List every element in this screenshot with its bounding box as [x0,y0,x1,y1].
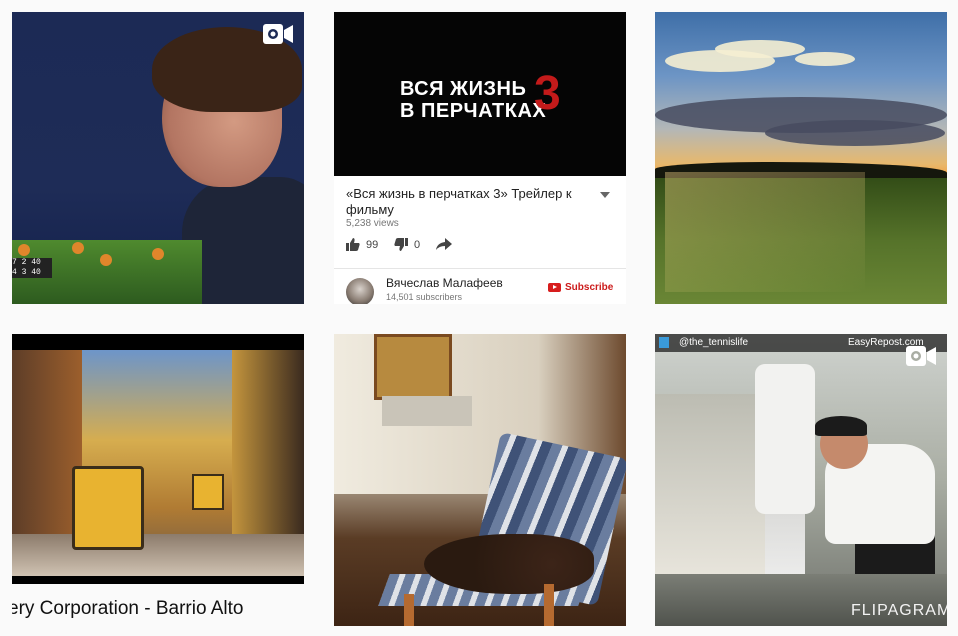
post-thumbnail-youtube-video[interactable]: ВСЯ ЖИЗНЬ В ПЕРЧАТКАХ 3 «Вся жизнь в пер… [334,12,626,304]
post-thumbnail-dog-on-chair[interactable] [334,334,626,626]
dislike-button[interactable]: 0 [394,238,420,251]
wooden-chair [364,424,626,626]
youtube-logo-icon [548,283,561,292]
download-icon [659,337,669,348]
letterbox-bar [12,334,304,350]
thumbs-up-icon [346,238,360,251]
building-right [232,350,304,560]
player-standing [755,364,815,514]
repost-bar: @the_tennislife EasyRepost.com [655,334,947,352]
divider [334,268,626,269]
post-thumbnail-sunset-field[interactable] [655,12,947,304]
share-icon[interactable] [436,238,452,250]
view-count: 5,238 views [346,218,399,229]
flipagram-watermark: FLIPAGRAM [851,602,947,619]
dislike-count: 0 [414,238,421,251]
channel-avatar[interactable] [346,278,374,304]
score-line: 7 2 40 [12,258,41,267]
dog [424,534,594,594]
shelf [382,396,472,426]
video-title-overlay: ВСЯ ЖИЗНЬ В ПЕРЧАТКАХ [400,78,547,122]
score-line: 4 3 40 [12,268,41,277]
like-count: 99 [366,238,379,251]
sun-rays [665,172,865,292]
street [12,534,304,576]
thumbs-down-icon [394,238,408,251]
letterbox-bar [12,576,304,584]
distant-tram [192,474,224,510]
post-thumbnail-lisbon-tram[interactable]: ery Corporation - Barrio Alto [12,334,304,626]
post-thumbnail-tennis-training[interactable]: @the_tennislife EasyRepost.com FLIPAGRAM [655,334,947,626]
channel-name[interactable]: Вячеслав Малафеев [386,276,503,290]
video-title[interactable]: «Вся жизнь в перчатках 3» Трейлер к филь… [346,186,596,218]
black-cap [815,416,867,436]
video-camera-icon [263,24,293,44]
video-camera-icon [906,346,936,366]
yellow-tram [72,466,144,550]
video-number-overlay: 3 [534,67,561,120]
photo-caption: ery Corporation - Barrio Alto [12,598,244,619]
subscribe-label: Subscribe [565,282,614,293]
post-thumbnail-tennis-player[interactable]: 7 2 40 4 3 40 [12,12,304,304]
chevron-down-icon[interactable] [600,192,610,198]
wall-picture [374,334,452,400]
kitchen-counter [655,394,765,574]
repost-handle[interactable]: @the_tennislife [679,337,748,348]
subscriber-count: 14,501 subscribers [386,292,463,302]
subscribe-button[interactable]: Subscribe [548,282,613,293]
video-info-panel: «Вся жизнь в перчатках 3» Трейлер к филь… [334,176,626,304]
like-button[interactable]: 99 [346,238,378,251]
video-frame[interactable]: ВСЯ ЖИЗНЬ В ПЕРЧАТКАХ 3 [334,12,626,176]
score-overlay: 7 2 40 4 3 40 [12,258,52,278]
